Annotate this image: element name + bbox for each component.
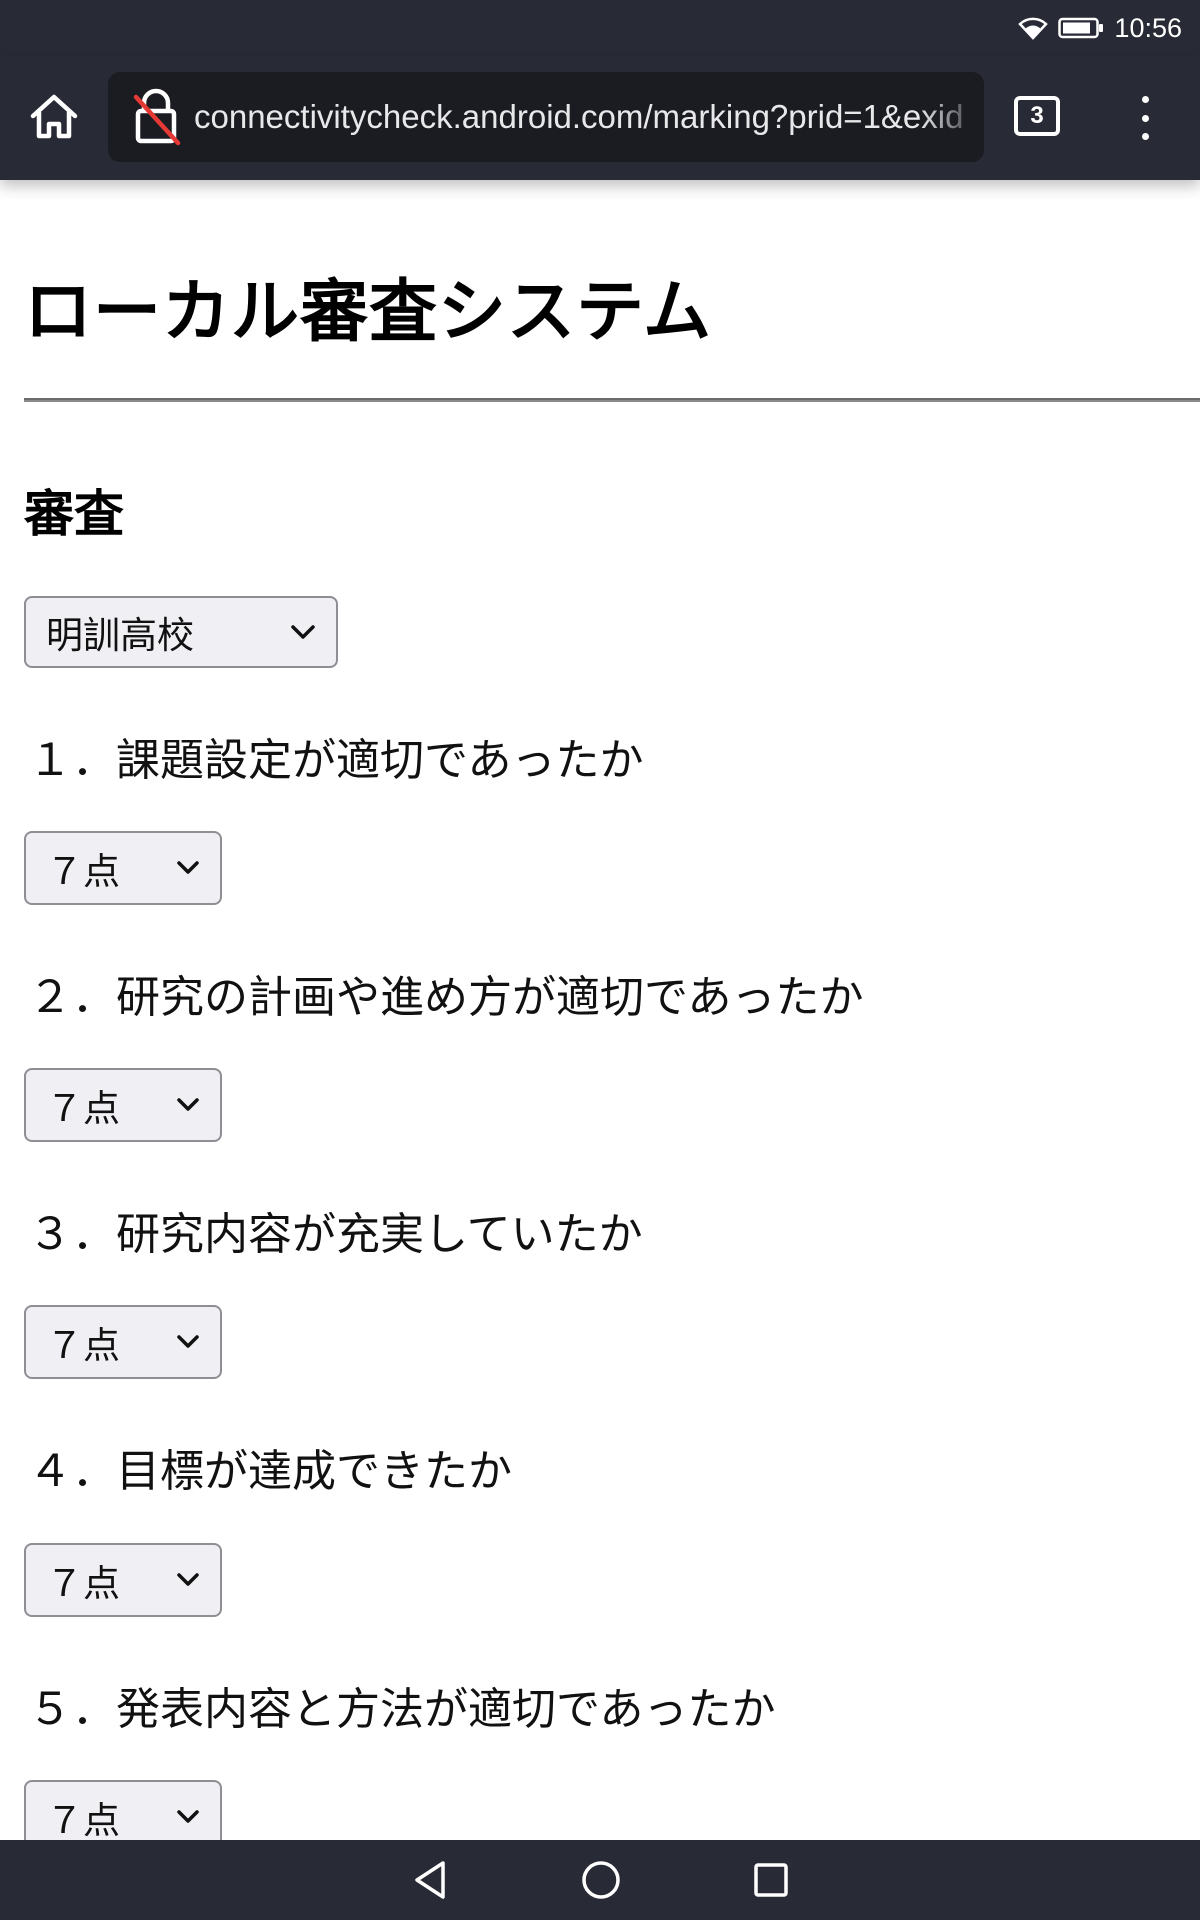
- tab-switcher-button[interactable]: 3: [1014, 96, 1060, 136]
- section-title: 審査: [24, 485, 124, 543]
- chevron-down-icon: [177, 1098, 199, 1111]
- chevron-down-icon: [177, 861, 199, 874]
- score-select-4[interactable]: ７点: [24, 1543, 222, 1617]
- question-label: ３．研究内容が充実していたか: [28, 1209, 643, 1260]
- more-vert-icon[interactable]: [1130, 92, 1160, 144]
- url-bar[interactable]: connectivitycheck.android.com/marking?pr…: [108, 72, 984, 162]
- school-select[interactable]: 明訓高校: [24, 596, 338, 668]
- tab-count: 3: [1030, 102, 1044, 129]
- status-bar: 10:56: [0, 0, 1200, 56]
- back-triangle-icon[interactable]: [410, 1859, 450, 1901]
- page-title: ローカル審査システム: [24, 273, 712, 352]
- chevron-down-icon: [177, 1335, 199, 1348]
- score-select-value: ７点: [46, 1799, 120, 1840]
- chevron-down-icon: [177, 1573, 199, 1586]
- score-select-1[interactable]: ７点: [24, 831, 222, 905]
- chevron-down-icon: [291, 625, 315, 639]
- score-select-value: ７点: [46, 1324, 120, 1367]
- score-select-value: ７点: [46, 1087, 120, 1130]
- question-label: ５．発表内容と方法が適切であったか: [28, 1684, 776, 1735]
- battery-icon: [1058, 17, 1104, 39]
- web-page: ローカル審査システム 審査 明訓高校 １．課題設定が適切であったか ７点 ２．研…: [0, 180, 1200, 1840]
- school-select-value: 明訓高校: [46, 614, 194, 657]
- browser-toolbar: connectivitycheck.android.com/marking?pr…: [0, 56, 1200, 180]
- url-text[interactable]: connectivitycheck.android.com/marking?pr…: [194, 98, 984, 136]
- wifi-icon: [1018, 17, 1049, 40]
- score-select-5[interactable]: ７点: [24, 1780, 222, 1840]
- status-time: 10:56: [1114, 12, 1182, 43]
- lock-insecure-icon[interactable]: [130, 87, 182, 147]
- question-label: ４．目標が達成できたか: [28, 1446, 512, 1497]
- recents-square-icon[interactable]: [752, 1861, 790, 1899]
- system-nav-bar: [0, 1840, 1200, 1920]
- score-select-value: ７点: [46, 850, 120, 893]
- home-icon: [30, 94, 78, 139]
- score-select-2[interactable]: ７点: [24, 1068, 222, 1142]
- chevron-down-icon: [177, 1810, 199, 1823]
- score-select-3[interactable]: ７点: [24, 1305, 222, 1379]
- question-label: １．課題設定が適切であったか: [28, 735, 644, 786]
- home-button[interactable]: [22, 84, 86, 148]
- divider: [24, 398, 1200, 402]
- score-select-value: ７点: [46, 1562, 120, 1605]
- question-label: ２．研究の計画や進め方が適切であったか: [28, 972, 864, 1023]
- home-circle-icon[interactable]: [580, 1859, 622, 1901]
